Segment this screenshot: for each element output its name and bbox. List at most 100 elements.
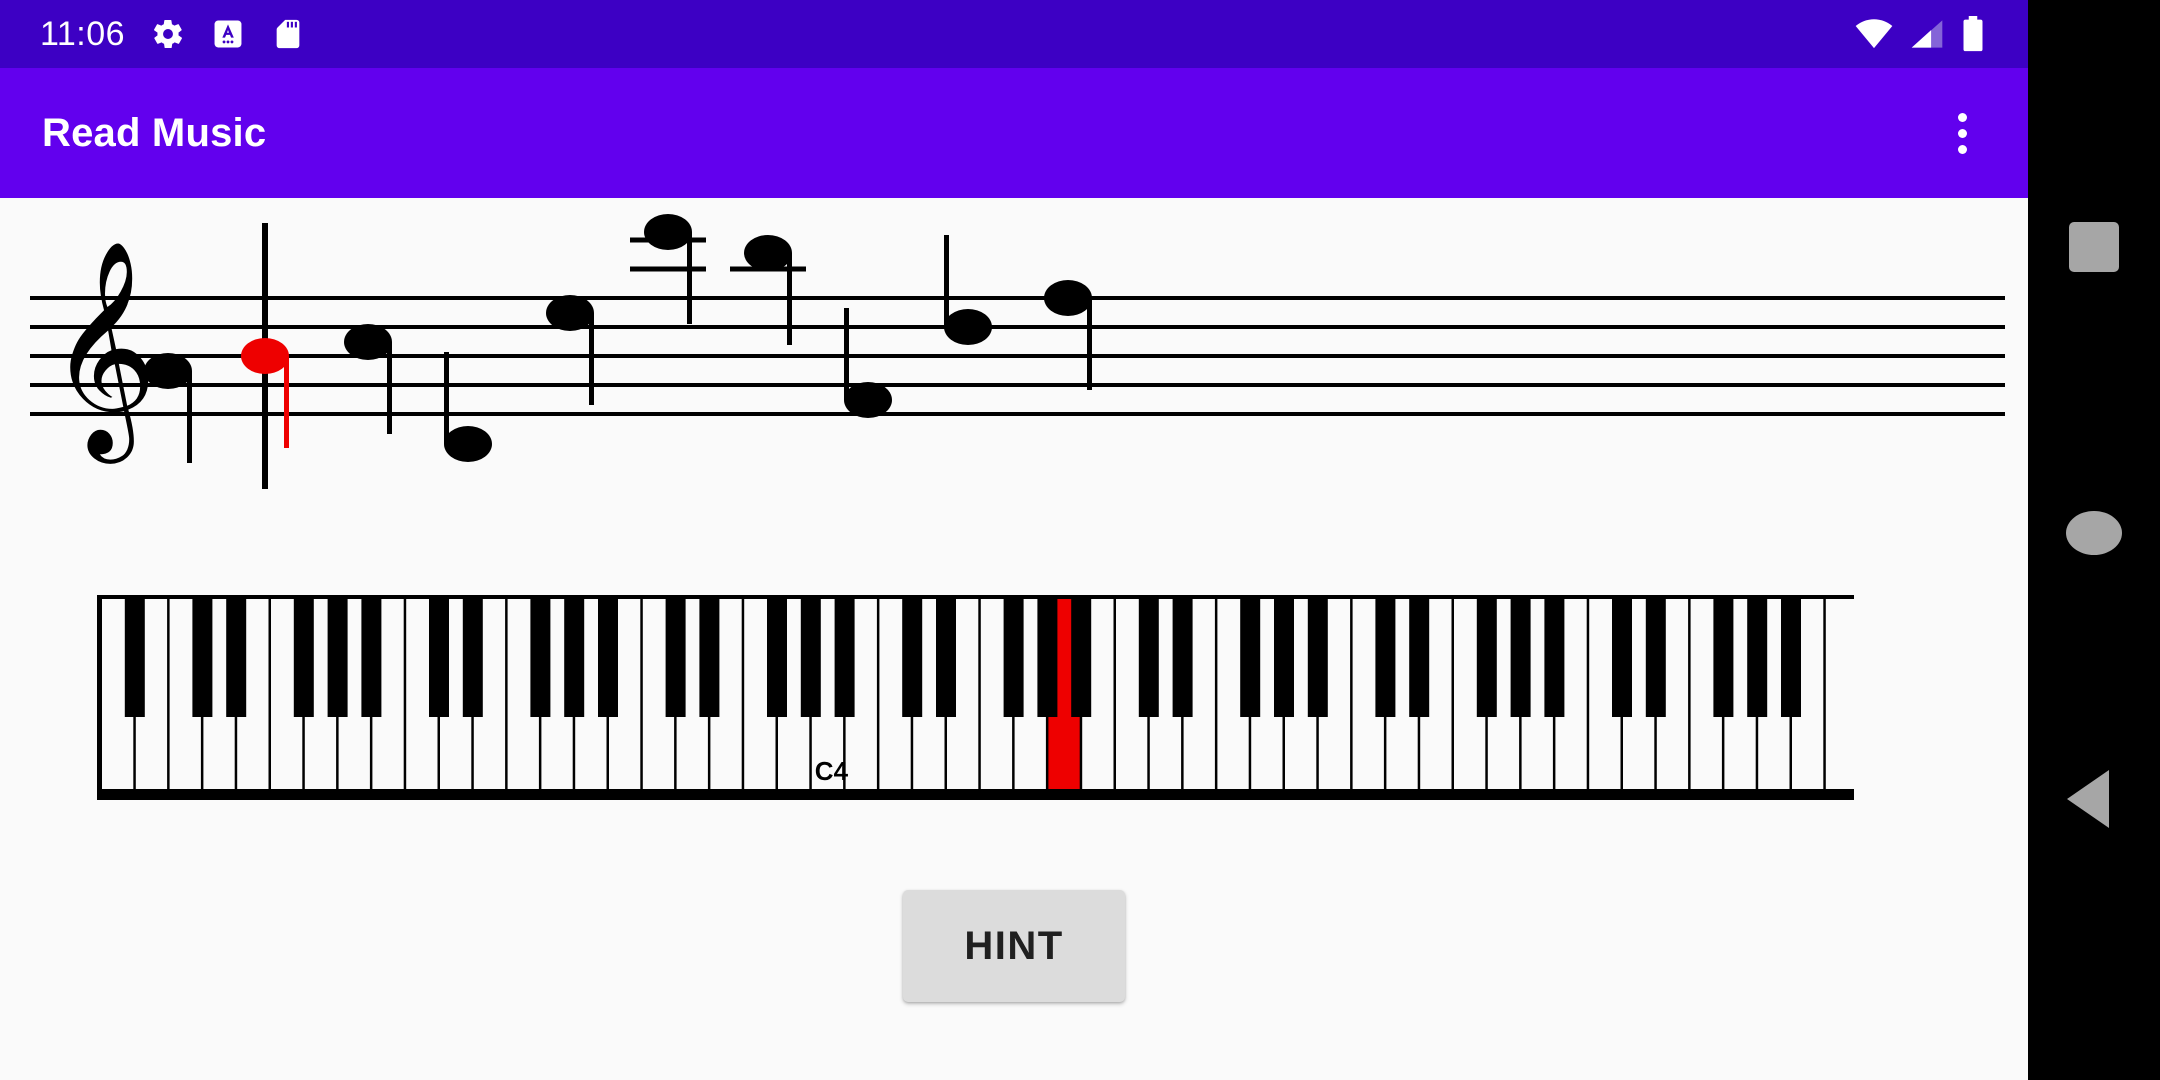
staff-line (30, 354, 2005, 358)
staff-lines-group (30, 296, 2005, 416)
svg-text:𝄞: 𝄞 (48, 238, 157, 464)
note-stem (444, 352, 449, 444)
piano-black-key[interactable] (767, 599, 787, 717)
note-ellipse (844, 382, 892, 418)
staff-line (30, 325, 2005, 329)
app-bar: Read Music (0, 68, 2028, 198)
staff-line (30, 383, 2005, 387)
note-stem (687, 232, 692, 324)
piano-black-key[interactable] (361, 599, 382, 717)
note-head[interactable] (944, 235, 992, 345)
note-stem (589, 313, 594, 405)
piano-black-key[interactable] (1747, 599, 1768, 717)
piano-black-key[interactable] (1172, 599, 1193, 717)
piano-white-key[interactable] (1825, 599, 1854, 789)
status-clock: 11:06 (40, 15, 126, 53)
overflow-dot-3 (1957, 144, 1967, 154)
wifi-icon (1854, 17, 1894, 51)
piano-black-key[interactable] (1071, 599, 1092, 717)
note-ellipse (944, 309, 992, 345)
app-area: 11:06 Read Music 𝄞 C4 HINT (0, 0, 2028, 1080)
note-ellipse (344, 324, 392, 360)
gear-icon (151, 17, 185, 51)
notes-group (144, 214, 1092, 463)
piano-black-key[interactable] (1781, 599, 1801, 717)
piano-black-key[interactable] (530, 599, 551, 717)
piano-black-key[interactable] (1476, 599, 1497, 717)
piano-black-key[interactable] (936, 599, 956, 717)
note-stem (1087, 298, 1092, 390)
note-stem (787, 253, 792, 345)
note-stem (944, 235, 949, 327)
piano-black-key[interactable] (192, 599, 213, 717)
device-screen: 11:06 Read Music 𝄞 C4 HINT (0, 0, 2160, 1080)
note-head[interactable] (630, 214, 706, 324)
piano-black-key[interactable] (293, 599, 314, 717)
status-bar: 11:06 (0, 0, 2028, 68)
piano-black-key[interactable] (1544, 599, 1565, 717)
staff-notation-svg[interactable]: 𝄞 (0, 198, 2028, 498)
treble-clef-icon: 𝄞 (48, 238, 157, 464)
piano-black-key[interactable] (1274, 599, 1294, 717)
system-navigation-bar (2028, 0, 2160, 1080)
piano-black-key[interactable] (564, 599, 585, 717)
piano-black-key[interactable] (1612, 599, 1632, 717)
piano-black-key[interactable] (1375, 599, 1396, 717)
piano-black-key[interactable] (1645, 599, 1666, 717)
piano-black-key[interactable] (834, 599, 855, 717)
piano-black-key[interactable] (800, 599, 821, 717)
nav-recents-button[interactable] (2069, 222, 2119, 272)
piano-black-key[interactable] (124, 599, 145, 717)
piano-black-key[interactable] (429, 599, 449, 717)
piano-black-key[interactable] (327, 599, 348, 717)
piano-black-key[interactable] (1037, 599, 1058, 717)
overflow-dot-1 (1957, 112, 1967, 122)
piano-black-key[interactable] (1510, 599, 1531, 717)
note-ellipse (546, 295, 594, 331)
music-staff[interactable]: 𝄞 (0, 198, 2028, 498)
page-title: Read Music (42, 110, 267, 155)
piano-black-key[interactable] (462, 599, 483, 717)
key-labels-group: C4 (815, 756, 849, 786)
piano-black-key[interactable] (1240, 599, 1261, 717)
nav-back-button[interactable] (2067, 770, 2109, 828)
piano-black-key[interactable] (1713, 599, 1734, 717)
note-stem (387, 342, 392, 434)
content-area: 𝄞 C4 HINT (0, 198, 2028, 1080)
note-head[interactable] (546, 295, 594, 405)
piano-black-key[interactable] (1138, 599, 1159, 717)
piano-black-key[interactable] (1307, 599, 1328, 717)
note-stem (284, 356, 289, 448)
staff-line (30, 412, 2005, 416)
sd-card-icon (271, 17, 305, 51)
overflow-menu-icon[interactable] (1940, 103, 1984, 163)
staff-line (30, 296, 2005, 300)
piano-black-key[interactable] (598, 599, 618, 717)
piano-black-key[interactable] (699, 599, 720, 717)
piano-black-key[interactable] (665, 599, 686, 717)
overflow-dot-2 (1957, 128, 1967, 138)
piano-keyboard-svg[interactable]: C4 (97, 595, 1854, 800)
note-ellipse (644, 214, 692, 250)
note-stem (844, 308, 849, 400)
piano-black-key[interactable] (902, 599, 923, 717)
hint-button[interactable]: HINT (903, 890, 1125, 1002)
battery-icon (1960, 16, 1986, 52)
a-in-box-icon (211, 17, 245, 51)
piano-keyboard[interactable]: C4 (97, 595, 1854, 800)
note-ellipse (444, 426, 492, 462)
piano-key-label: C4 (815, 756, 849, 786)
piano-black-key[interactable] (1409, 599, 1430, 717)
note-ellipse (1044, 280, 1092, 316)
note-ellipse (144, 353, 192, 389)
note-head[interactable] (344, 324, 392, 434)
status-bar-left-group: 11:06 (0, 17, 305, 51)
status-bar-right-group (1854, 16, 2028, 52)
piano-black-key[interactable] (226, 599, 247, 717)
note-stem (187, 371, 192, 463)
note-head[interactable] (444, 352, 492, 462)
nav-home-button[interactable] (2066, 511, 2122, 555)
note-head[interactable] (844, 308, 892, 418)
note-head[interactable] (1044, 280, 1092, 390)
piano-black-key[interactable] (1003, 599, 1024, 717)
